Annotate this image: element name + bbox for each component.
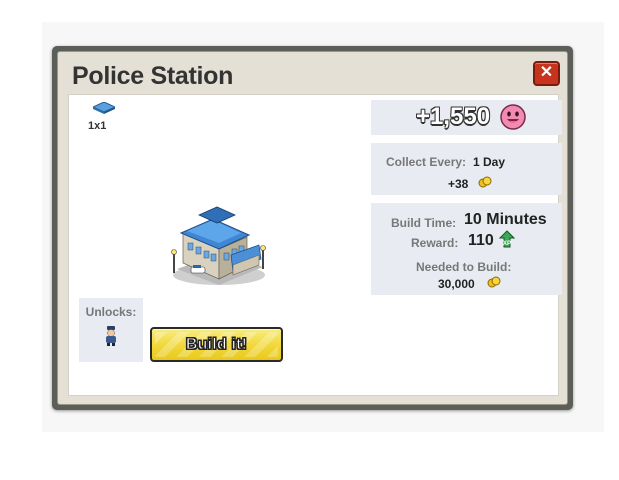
pink-happy-face-icon xyxy=(500,104,526,130)
footprint-label: 1x1 xyxy=(88,120,107,132)
unlocks-panel: Unlocks: xyxy=(79,298,143,362)
build-info-panel: Build Time: 10 Minutes Reward: 110 XP Ne… xyxy=(371,203,562,295)
close-button[interactable]: ✕ xyxy=(533,61,560,86)
xp-badge-icon: XP xyxy=(499,230,515,248)
needed-to-build-value: 30,000 xyxy=(438,277,475,291)
reward-value: 110 xyxy=(468,232,494,249)
dialog-inner: Police Station ✕ 1x1 Unlocks: Build it! … xyxy=(57,51,568,405)
coin-icon xyxy=(478,176,492,188)
svg-text:XP: XP xyxy=(503,241,511,247)
build-time-label: Build Time: xyxy=(391,216,457,230)
reward-label: Reward: xyxy=(411,236,459,250)
collect-every-label: Collect Every: xyxy=(386,155,467,169)
build-time-value: 10 Minutes xyxy=(464,211,547,228)
happiness-reward-panel: +1,550 xyxy=(371,100,562,135)
police-station-building-icon xyxy=(171,206,266,285)
build-it-button[interactable]: Build it! xyxy=(150,327,283,362)
collect-every-value: 1 Day xyxy=(473,155,506,169)
unlocks-label: Unlocks: xyxy=(85,305,137,319)
happiness-amount: +1,550 xyxy=(416,103,491,130)
building-info-dialog: Police Station ✕ 1x1 Unlocks: Build it! … xyxy=(52,46,573,410)
needed-to-build-label: Needed to Build: xyxy=(416,260,512,274)
collect-coins-value: +38 xyxy=(448,177,469,191)
build-it-label: Build it! xyxy=(185,336,248,354)
dialog-title: Police Station xyxy=(72,62,234,90)
coin-icon xyxy=(487,276,501,288)
police-officer-icon[interactable] xyxy=(103,326,119,346)
dialog-content: 1x1 Unlocks: Build it! +1,550 Collect Ev… xyxy=(68,94,562,396)
collect-panel: Collect Every: 1 Day +38 xyxy=(371,143,562,195)
footprint-tile-icon xyxy=(93,102,115,114)
